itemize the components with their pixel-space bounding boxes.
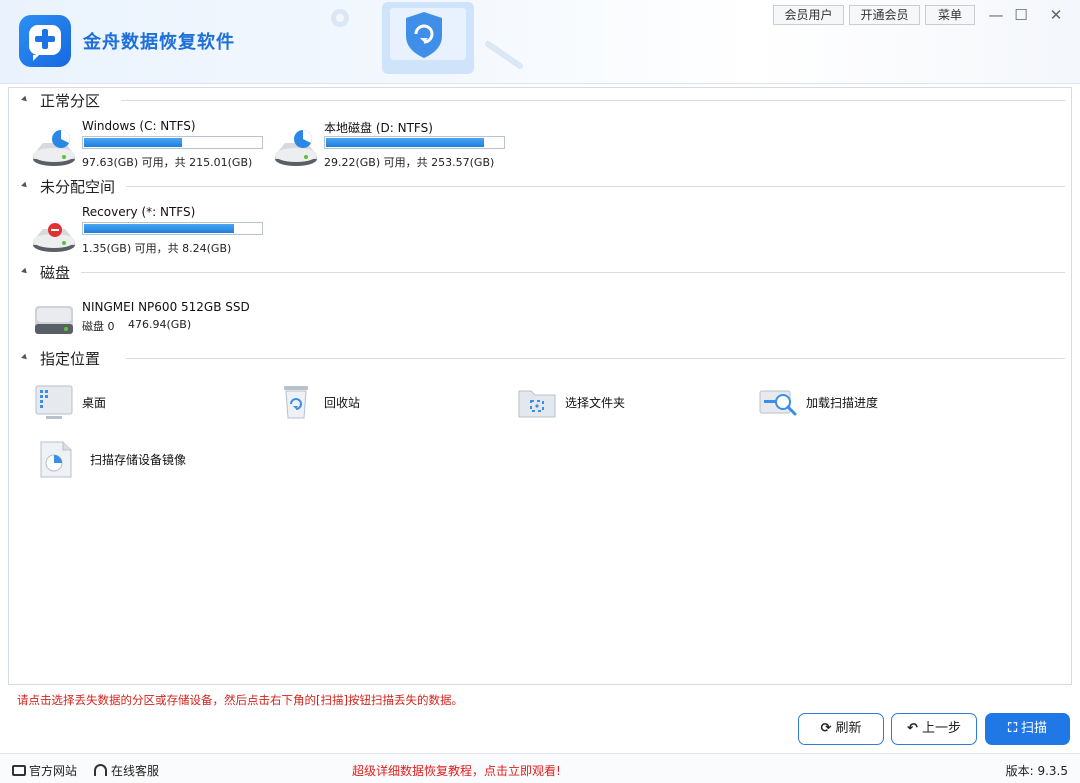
drive-usage-bar [82,136,263,149]
header-illustration-icon [331,2,523,74]
location-label: 回收站 [324,396,361,410]
section-unallocated-space[interactable]: 未分配空间 [9,175,1071,197]
instruction-hint: 请点击选择丢失数据的分区或存储设备，然后点击右下角的[扫描]按钮扫描丢失的数据。 [17,693,463,707]
disk-name: NINGMEI NP600 512GB SSD [82,300,250,314]
collapse-arrow-icon[interactable] [21,267,29,276]
section-title: 未分配空间 [40,176,126,197]
member-user-button[interactable]: 会员用户 [773,5,844,25]
load-progress-icon [759,390,797,416]
drive-capacity: 97.63(GB) 可用，共 215.01(GB) [82,156,253,169]
location-desktop[interactable]: 桌面 [34,383,234,423]
device-list-panel: 正常分区 Windows (C: NTFS) 97.63(GB) 可用，共 21… [8,87,1072,685]
drive-name: 本地磁盘 (D: NTFS) [324,121,433,135]
section-normal-partitions[interactable]: 正常分区 [9,89,1071,111]
minimize-icon[interactable]: — [983,5,1009,25]
location-label: 加载扫描进度 [806,396,879,410]
disk-size: 476.94(GB) [128,318,192,331]
maximize-icon[interactable]: ☐ [1008,5,1034,25]
menu-button[interactable]: 菜单 [925,5,975,25]
back-button[interactable]: ↶ 上一步 [891,713,977,745]
refresh-button[interactable]: ⟳ 刷新 [798,713,884,745]
drive-capacity: 29.22(GB) 可用，共 253.57(GB) [324,156,495,169]
collapse-arrow-icon[interactable] [21,95,29,104]
drive-item-recovery[interactable]: Recovery (*: NTFS) 1.35(GB) 可用，共 8.24(GB… [31,205,271,261]
collapse-arrow-icon[interactable] [21,181,29,190]
collapse-arrow-icon[interactable] [21,353,29,362]
location-recycle-bin[interactable]: 回收站 [276,383,476,423]
desktop-icon [35,385,73,419]
drive-capacity: 1.35(GB) 可用，共 8.24(GB) [82,242,232,255]
hard-drive-warning-icon [33,223,75,252]
section-disks[interactable]: 磁盘 [9,261,1071,283]
drive-name: Recovery (*: NTFS) [82,205,196,219]
close-icon[interactable]: ✕ [1043,5,1069,25]
section-title: 指定位置 [40,348,111,369]
hard-drive-icon [275,130,317,166]
location-load-scan-progress[interactable]: 加载扫描进度 [758,383,958,423]
status-bar: 官方网站 在线客服 超级详细数据恢复教程，点击立即观看! 版本: 9.3.5 [0,753,1080,783]
location-label: 桌面 [82,396,107,410]
folder-icon [518,390,556,418]
online-support-link[interactable]: 在线客服 [94,762,159,779]
section-specified-location[interactable]: 指定位置 [9,347,1071,369]
drive-name: Windows (C: NTFS) [82,119,196,133]
scan-icon: ⛶ [1007,721,1018,736]
recycle-bin-icon [284,386,308,419]
drive-item-c[interactable]: Windows (C: NTFS) 97.63(GB) 可用，共 215.01(… [31,119,271,175]
title-bar: 金舟数据恢复软件 会员用户 开通会员 菜单 — ☐ ✕ [0,0,1080,84]
open-membership-button[interactable]: 开通会员 [849,5,920,25]
version-label: 版本: 9.3.5 [1005,764,1068,778]
drive-usage-bar [324,136,505,149]
app-title: 金舟数据恢复软件 [83,32,235,53]
section-title: 磁盘 [40,262,81,283]
disk-index: 磁盘 0 [82,320,115,333]
headset-icon [94,764,107,776]
monitor-icon [12,765,26,776]
drive-usage-bar [82,222,263,235]
back-arrow-icon: ↶ [907,721,918,736]
app-logo-icon [19,15,71,67]
scan-button[interactable]: ⛶ 扫描 [985,713,1070,745]
tutorial-promo-link[interactable]: 超级详细数据恢复教程，点击立即观看! [352,762,561,779]
disk-image-file-icon [40,441,72,478]
location-label: 扫描存储设备镜像 [90,453,187,467]
section-title: 正常分区 [40,90,111,111]
refresh-icon: ⟳ [820,721,832,736]
location-label: 选择文件夹 [565,396,626,410]
hard-drive-icon [33,130,75,166]
location-choose-folder[interactable]: 选择文件夹 [517,383,717,423]
ssd-icon [35,306,73,334]
official-website-link[interactable]: 官方网站 [12,762,77,779]
location-scan-device-image[interactable]: 扫描存储设备镜像 [37,440,237,480]
drive-item-d[interactable]: 本地磁盘 (D: NTFS) 29.22(GB) 可用，共 253.57(GB) [273,119,513,175]
